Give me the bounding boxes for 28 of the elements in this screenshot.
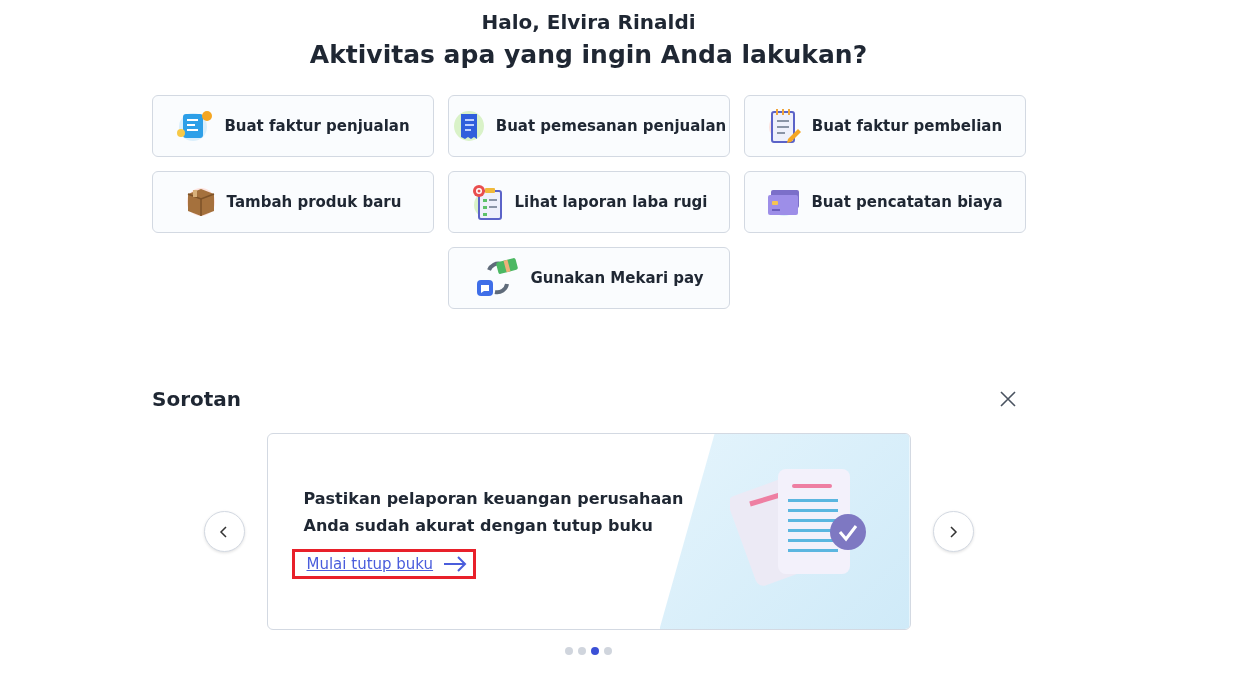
chevron-right-icon xyxy=(948,524,958,539)
previous-button[interactable] xyxy=(203,511,245,552)
receipt-icon xyxy=(451,109,486,143)
carousel-dot[interactable] xyxy=(565,647,573,655)
carousel-dot[interactable] xyxy=(578,647,586,655)
notepad-icon xyxy=(767,107,802,145)
page-heading: Aktivitas apa yang ingin Anda lakukan? xyxy=(308,40,869,69)
carousel-dot[interactable] xyxy=(591,647,599,655)
activity-button[interactable]: Buat faktur pembelian xyxy=(744,95,1026,157)
activity-button[interactable]: Buat pencatatan biaya xyxy=(744,171,1026,233)
chevron-left-icon xyxy=(219,524,229,539)
carousel-dot[interactable] xyxy=(604,647,612,655)
clipboard-target-icon xyxy=(470,183,505,221)
next-button[interactable] xyxy=(932,511,974,552)
activity-button[interactable]: Tambah produk baru xyxy=(152,171,434,233)
activity-button[interactable]: Buat pemesanan penjualan xyxy=(448,95,730,157)
activity-button[interactable]: Gunakan Mekari pay xyxy=(448,247,730,309)
section-title: Sorotan xyxy=(152,387,242,411)
receipt-icon xyxy=(176,109,215,143)
greeting: Halo, Elvira Rinaldi xyxy=(480,10,697,34)
cardboard-box-icon xyxy=(184,186,217,218)
activity-button[interactable]: Buat faktur penjualan xyxy=(152,95,434,157)
arrow-right-icon xyxy=(443,555,468,572)
highlight-text: Pastikan pelaporan keuangan perusahaan Anda sudah akurat dengan tutup buku xyxy=(303,487,684,537)
close-books-link[interactable]: Mulai tutup buku xyxy=(291,548,477,579)
close-icon[interactable] xyxy=(999,390,1017,408)
money-exchange-icon xyxy=(474,258,521,298)
activity-button[interactable]: Lihat laporan laba rugi xyxy=(448,171,730,233)
